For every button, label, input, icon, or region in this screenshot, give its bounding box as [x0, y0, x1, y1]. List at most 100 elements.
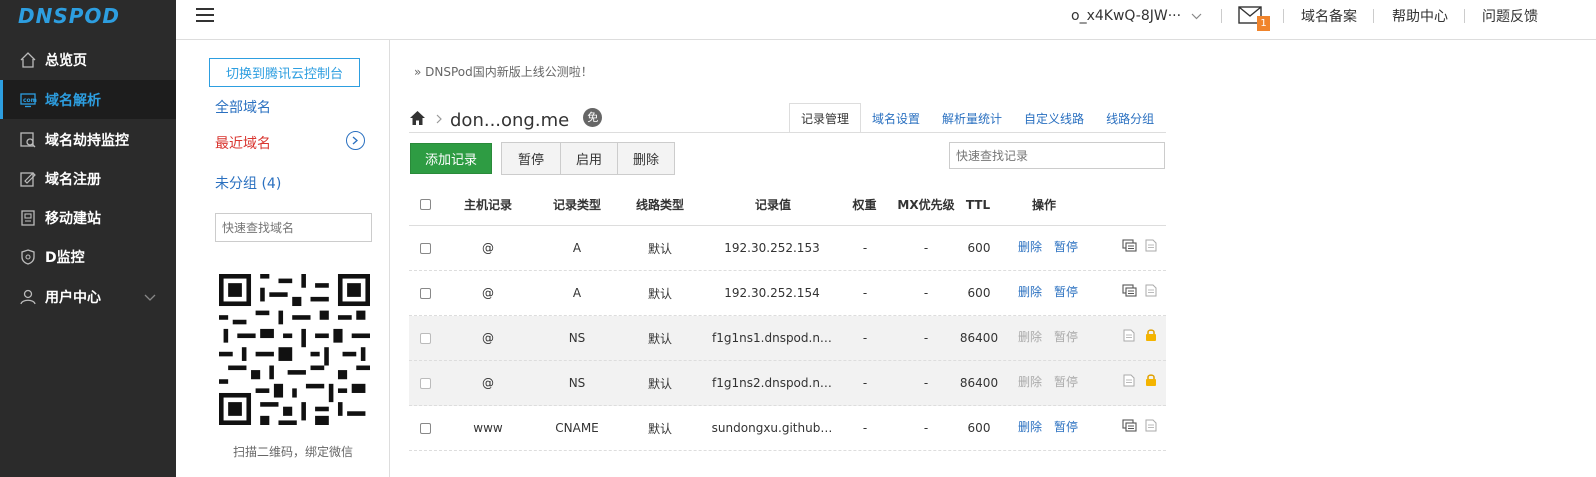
free-plan-badge[interactable]: 免	[583, 107, 603, 127]
chevron-down-icon[interactable]	[144, 290, 156, 306]
cell-weight: -	[862, 376, 868, 390]
pause-button[interactable]: 暂停	[502, 143, 560, 174]
pause-record-link[interactable]: 暂停	[1054, 269, 1084, 313]
cell-line: 默认	[647, 241, 672, 256]
tab-line-groups[interactable]: 线路分组	[1095, 103, 1165, 133]
record-search-input[interactable]	[949, 142, 1165, 169]
all-domains-link[interactable]: 全部域名	[215, 97, 271, 117]
cell-weight: -	[862, 331, 868, 345]
pause-record-link[interactable]: 暂停	[1054, 224, 1084, 268]
cell-value: 192.30.252.154	[724, 286, 820, 300]
row-checkbox[interactable]	[419, 332, 431, 344]
cell-ttl: 86400	[959, 331, 999, 345]
note-icon[interactable]	[1142, 268, 1160, 312]
announcement-link[interactable]: » DNSPod国内新版上线公测啦！	[414, 63, 593, 80]
menu-icon[interactable]	[196, 8, 214, 22]
sidebar: DNSPOD 总览页 com 域名解析 域名劫持监控 域名注册 移动建站 D监控	[0, 0, 176, 477]
link-help-center[interactable]: 帮助中心	[1392, 0, 1448, 32]
cell-line: 默认	[647, 286, 672, 301]
home-icon[interactable]	[409, 110, 426, 130]
tab-record-management[interactable]: 记录管理	[789, 103, 862, 133]
row-checkbox[interactable]	[419, 242, 431, 254]
header-weight: 权重	[852, 198, 877, 212]
sidebar-item-dns[interactable]: com 域名解析	[0, 80, 176, 119]
monitor-icon	[18, 130, 38, 150]
pause-record-link[interactable]: 暂停	[1054, 314, 1084, 358]
sidebar-item-register[interactable]: 域名注册	[0, 159, 176, 198]
enable-button[interactable]: 启用	[560, 143, 617, 174]
note-icon[interactable]	[1142, 223, 1160, 267]
remark-icon[interactable]	[1117, 268, 1141, 312]
cell-mx: -	[923, 241, 929, 255]
pause-record-link[interactable]: 暂停	[1054, 359, 1084, 403]
ungrouped-link[interactable]: 未分组 (4)	[215, 173, 281, 193]
cell-line: 默认	[647, 421, 672, 436]
sidebar-item-user-center[interactable]: 用户中心	[0, 277, 176, 316]
table-row: @ NS 默认 f1g1ns2.dnspod.n… - - 86400 删除 暂…	[409, 361, 1166, 406]
cell-weight: -	[862, 241, 868, 255]
table-row: www CNAME 默认 sundongxu.github… - - 600 删…	[409, 406, 1166, 451]
sidebar-item-label: D监控	[45, 249, 85, 266]
delete-record-link[interactable]: 删除	[1018, 404, 1048, 448]
cell-value: f1g1ns2.dnspod.n…	[712, 376, 832, 390]
cell-host: @	[482, 376, 494, 390]
sidebar-item-mobile-site[interactable]: 移动建站	[0, 198, 176, 237]
switch-console-button[interactable]: 切换到腾讯云控制台	[209, 58, 360, 87]
header-actions: 操作	[1031, 198, 1056, 212]
select-all-checkbox[interactable]	[419, 199, 431, 210]
sidebar-item-d-monitor[interactable]: D监控	[0, 237, 176, 276]
lock-icon	[1142, 358, 1160, 402]
note-icon[interactable]	[1117, 313, 1141, 357]
delete-record-link[interactable]: 删除	[1018, 224, 1048, 268]
cell-mx: -	[923, 286, 929, 300]
cell-host: @	[482, 241, 494, 255]
row-checkbox[interactable]	[419, 377, 431, 389]
domain-panel: 切换到腾讯云控制台 全部域名 最近域名 未分组 (4) 扫描二维码，绑定微信	[176, 40, 390, 477]
tab-resolution-stats[interactable]: 解析量统计	[931, 103, 1013, 133]
note-icon[interactable]	[1117, 358, 1141, 402]
table-row: @ A 默认 192.30.252.153 - - 600 删除 暂停	[409, 226, 1166, 271]
delete-record-link[interactable]: 删除	[1018, 269, 1048, 313]
sidebar-item-label: 域名注册	[45, 171, 101, 188]
user-menu[interactable]: o_x4KwQ-8JW···	[1071, 0, 1202, 32]
table-row: @ NS 默认 f1g1ns1.dnspod.n… - - 86400 删除 暂…	[409, 316, 1166, 361]
cell-mx: -	[923, 376, 929, 390]
sidebar-item-overview[interactable]: 总览页	[0, 40, 176, 79]
remark-icon[interactable]	[1117, 403, 1141, 447]
tab-custom-lines[interactable]: 自定义线路	[1013, 103, 1095, 133]
delete-record-link[interactable]: 删除	[1018, 359, 1048, 403]
svg-text:com: com	[23, 97, 37, 104]
add-record-button[interactable]: 添加记录	[410, 143, 492, 174]
recent-domains-link[interactable]: 最近域名	[215, 133, 271, 153]
link-feedback[interactable]: 问题反馈	[1482, 0, 1538, 32]
mobile-site-icon	[18, 208, 38, 228]
cell-host: @	[482, 331, 494, 345]
cell-host: www	[473, 421, 503, 435]
divider	[1373, 9, 1374, 23]
pause-record-link[interactable]: 暂停	[1054, 404, 1084, 448]
domain-search-input[interactable]	[215, 213, 372, 242]
header-ttl: TTL	[965, 197, 991, 212]
record-action-group: 暂停 启用 删除	[501, 142, 675, 175]
cell-host: @	[482, 286, 494, 300]
register-icon	[18, 169, 38, 189]
table-header: 主机记录 记录类型 线路类型 记录值 权重 MX优先级 TTL 操作	[409, 184, 1166, 226]
divider	[1283, 9, 1284, 23]
tab-domain-settings[interactable]: 域名设置	[861, 103, 931, 133]
sidebar-item-hijack-monitor[interactable]: 域名劫持监控	[0, 120, 176, 159]
records-table: 主机记录 记录类型 线路类型 记录值 权重 MX优先级 TTL 操作 @ A 默…	[409, 184, 1166, 451]
remark-icon[interactable]	[1117, 223, 1141, 267]
divider	[1464, 9, 1465, 23]
delete-record-link[interactable]: 删除	[1018, 314, 1048, 358]
note-icon[interactable]	[1142, 403, 1160, 447]
row-checkbox[interactable]	[419, 287, 431, 299]
dnspod-logo[interactable]: DNSPOD	[0, 0, 176, 40]
lock-icon	[1142, 313, 1160, 357]
link-domain-filing[interactable]: 域名备案	[1301, 0, 1357, 32]
delete-button[interactable]: 删除	[617, 143, 674, 174]
cell-mx: -	[923, 331, 929, 345]
row-checkbox[interactable]	[419, 422, 431, 434]
chevron-right-icon[interactable]	[346, 131, 365, 150]
chevron-right-icon	[436, 113, 442, 128]
header-mx: MX优先级	[897, 198, 955, 212]
